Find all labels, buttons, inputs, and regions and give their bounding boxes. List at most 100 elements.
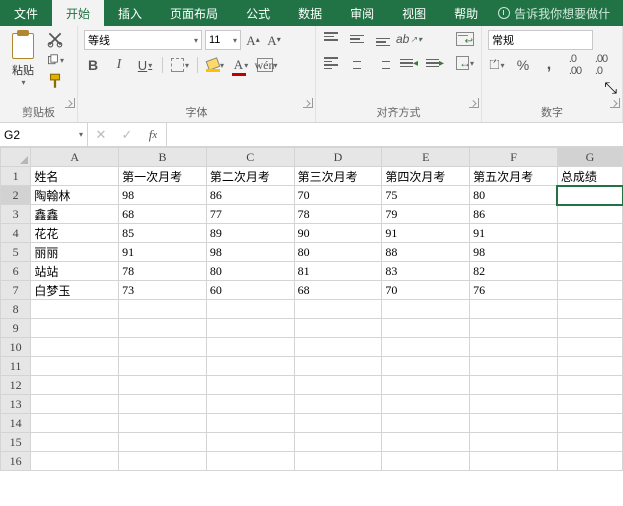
cell[interactable]: 81 bbox=[294, 262, 382, 281]
cell[interactable] bbox=[31, 433, 119, 452]
font-color-button[interactable]: A▾ bbox=[232, 56, 250, 74]
cell[interactable] bbox=[206, 338, 294, 357]
column-header[interactable]: B bbox=[119, 148, 207, 167]
cell[interactable]: 姓名 bbox=[31, 167, 119, 186]
alignment-launcher[interactable] bbox=[469, 98, 479, 108]
cell[interactable] bbox=[206, 433, 294, 452]
clipboard-launcher[interactable] bbox=[65, 98, 75, 108]
cell[interactable]: 79 bbox=[382, 205, 470, 224]
accept-formula-button[interactable]: ✓ bbox=[114, 127, 140, 143]
cell[interactable]: 第五次月考 bbox=[470, 167, 558, 186]
cell[interactable] bbox=[557, 414, 622, 433]
cell[interactable]: 第三次月考 bbox=[294, 167, 382, 186]
cell[interactable]: 85 bbox=[119, 224, 207, 243]
font-launcher[interactable] bbox=[303, 98, 313, 108]
paste-button[interactable]: 粘贴 ▾ bbox=[6, 30, 40, 87]
cell[interactable]: 80 bbox=[294, 243, 382, 262]
tab-formulas[interactable]: 公式 bbox=[232, 0, 284, 26]
cell[interactable] bbox=[382, 452, 470, 471]
cell[interactable]: 花花 bbox=[31, 224, 119, 243]
cell[interactable] bbox=[206, 395, 294, 414]
cell[interactable] bbox=[206, 357, 294, 376]
tab-home[interactable]: 开始 bbox=[52, 0, 104, 26]
row-header[interactable]: 8 bbox=[1, 300, 31, 319]
cell[interactable] bbox=[557, 262, 622, 281]
cell[interactable] bbox=[31, 319, 119, 338]
cell[interactable] bbox=[294, 433, 382, 452]
format-painter-button[interactable] bbox=[46, 72, 64, 90]
align-bottom-button[interactable] bbox=[374, 30, 392, 48]
percent-button[interactable] bbox=[514, 56, 532, 74]
column-header[interactable]: A bbox=[31, 148, 119, 167]
cell[interactable] bbox=[119, 300, 207, 319]
cell[interactable]: 91 bbox=[382, 224, 470, 243]
cell[interactable] bbox=[294, 414, 382, 433]
cell[interactable]: 站站 bbox=[31, 262, 119, 281]
cell[interactable] bbox=[119, 414, 207, 433]
column-header[interactable]: C bbox=[206, 148, 294, 167]
cell[interactable]: 98 bbox=[206, 243, 294, 262]
cell[interactable] bbox=[382, 319, 470, 338]
cell[interactable] bbox=[557, 319, 622, 338]
cell[interactable] bbox=[31, 395, 119, 414]
increase-font-button[interactable]: A▴ bbox=[244, 31, 262, 49]
cell[interactable] bbox=[119, 433, 207, 452]
cell[interactable] bbox=[31, 414, 119, 433]
cell[interactable] bbox=[557, 338, 622, 357]
cell[interactable] bbox=[31, 357, 119, 376]
cell[interactable]: 89 bbox=[206, 224, 294, 243]
cell[interactable]: 73 bbox=[119, 281, 207, 300]
currency-button[interactable]: ⏍▾ bbox=[488, 56, 506, 74]
cell[interactable] bbox=[557, 224, 622, 243]
cell[interactable] bbox=[119, 338, 207, 357]
orientation-button[interactable]: ab↗▾ bbox=[400, 30, 418, 48]
row-header[interactable]: 5 bbox=[1, 243, 31, 262]
cut-button[interactable] bbox=[46, 30, 64, 48]
cell[interactable] bbox=[382, 433, 470, 452]
cell[interactable]: 78 bbox=[119, 262, 207, 281]
cell[interactable]: 80 bbox=[470, 186, 558, 205]
merge-center-button[interactable]: ▾ bbox=[456, 54, 474, 72]
cell[interactable] bbox=[557, 281, 622, 300]
cell[interactable]: 第一次月考 bbox=[119, 167, 207, 186]
cell[interactable]: 83 bbox=[382, 262, 470, 281]
cell[interactable] bbox=[382, 300, 470, 319]
cell[interactable] bbox=[294, 319, 382, 338]
align-top-button[interactable] bbox=[322, 30, 340, 48]
cell[interactable]: 86 bbox=[470, 205, 558, 224]
cell[interactable]: 总成绩 bbox=[557, 167, 622, 186]
cell[interactable] bbox=[119, 357, 207, 376]
formula-input[interactable] bbox=[167, 123, 623, 146]
cell[interactable]: 白梦玉 bbox=[31, 281, 119, 300]
row-header[interactable]: 11 bbox=[1, 357, 31, 376]
tab-review[interactable]: 审阅 bbox=[336, 0, 388, 26]
tell-me-search[interactable]: 告诉我你想要做什 bbox=[492, 0, 616, 26]
row-header[interactable]: 16 bbox=[1, 452, 31, 471]
increase-decimal-button[interactable]: .0.00 bbox=[566, 56, 584, 74]
column-header[interactable]: E bbox=[382, 148, 470, 167]
cell[interactable] bbox=[382, 357, 470, 376]
number-format-select[interactable]: 常规 bbox=[488, 30, 593, 50]
cell[interactable] bbox=[382, 376, 470, 395]
cell[interactable]: 70 bbox=[294, 186, 382, 205]
cell[interactable] bbox=[557, 376, 622, 395]
row-header[interactable]: 4 bbox=[1, 224, 31, 243]
cell[interactable] bbox=[294, 338, 382, 357]
align-middle-button[interactable] bbox=[348, 30, 366, 48]
column-header[interactable]: G bbox=[557, 148, 622, 167]
cell[interactable]: 第二次月考 bbox=[206, 167, 294, 186]
cell[interactable] bbox=[470, 300, 558, 319]
select-all-corner[interactable] bbox=[1, 148, 31, 167]
cell[interactable] bbox=[206, 319, 294, 338]
cell[interactable] bbox=[31, 376, 119, 395]
tab-file[interactable]: 文件 bbox=[0, 0, 52, 26]
tab-help[interactable]: 帮助 bbox=[440, 0, 492, 26]
tab-data[interactable]: 数据 bbox=[284, 0, 336, 26]
cell[interactable] bbox=[206, 376, 294, 395]
font-name-select[interactable]: 等线▾ bbox=[84, 30, 202, 50]
cell[interactable]: 60 bbox=[206, 281, 294, 300]
cell[interactable] bbox=[294, 300, 382, 319]
decrease-decimal-button[interactable]: .00.0 bbox=[592, 56, 610, 74]
row-header[interactable]: 15 bbox=[1, 433, 31, 452]
cell[interactable] bbox=[382, 338, 470, 357]
